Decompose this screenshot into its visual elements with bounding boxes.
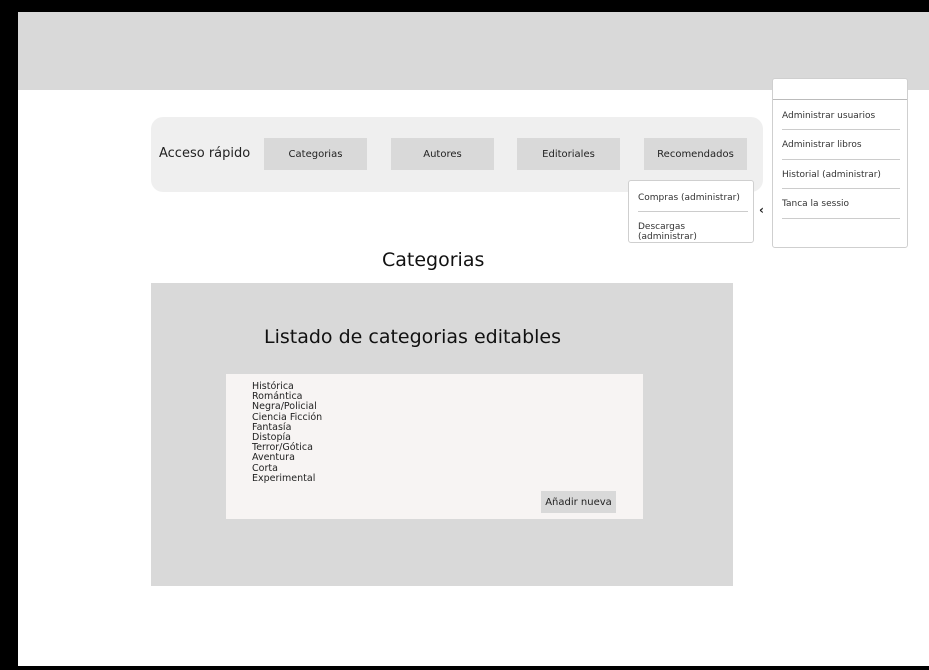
autores-button[interactable]: Autores bbox=[391, 138, 494, 170]
categories-panel: Listado de categorias editables Históric… bbox=[151, 283, 733, 586]
category-item[interactable]: Experimental bbox=[252, 473, 322, 484]
user-menu-separator bbox=[773, 99, 907, 100]
frame-border-bottom bbox=[0, 666, 929, 670]
frame-border-left bbox=[0, 0, 18, 670]
user-menu-divider bbox=[782, 218, 900, 219]
user-menu-divider bbox=[782, 129, 900, 130]
quick-access-label: Acceso rápido bbox=[159, 146, 251, 161]
admin-purchases-dropdown: Compras (administrar) Descargas (adminis… bbox=[628, 180, 754, 243]
user-menu-divider bbox=[782, 188, 900, 189]
dropdown-divider bbox=[638, 211, 748, 212]
descargas-admin-item[interactable]: Descargas (administrar) bbox=[638, 222, 746, 242]
logout-item[interactable]: Tanca la sessio bbox=[782, 199, 900, 209]
categories-list-box: Histórica Romántica Negra/Policial Cienc… bbox=[226, 374, 643, 519]
categories-list-title: Listado de categorias editables bbox=[264, 326, 562, 348]
admin-users-item[interactable]: Administrar usuarios bbox=[782, 111, 900, 121]
user-menu-divider bbox=[782, 159, 900, 160]
page-title: Categorias bbox=[382, 249, 485, 271]
add-category-button[interactable]: Añadir nueva bbox=[541, 491, 616, 513]
admin-books-item[interactable]: Administrar libros bbox=[782, 140, 900, 150]
compras-admin-item[interactable]: Compras (administrar) bbox=[638, 193, 746, 203]
user-menu: Administrar usuarios Administrar libros … bbox=[772, 78, 908, 248]
categories-list: Histórica Romántica Negra/Policial Cienc… bbox=[252, 381, 322, 484]
recomendados-button[interactable]: Recomendados bbox=[644, 138, 747, 170]
categorias-button[interactable]: Categorias bbox=[264, 138, 367, 170]
editoriales-button[interactable]: Editoriales bbox=[517, 138, 620, 170]
frame-border-top bbox=[0, 0, 929, 12]
chevron-left-icon[interactable]: ‹ bbox=[759, 203, 764, 217]
history-admin-item[interactable]: Historial (administrar) bbox=[782, 170, 900, 180]
